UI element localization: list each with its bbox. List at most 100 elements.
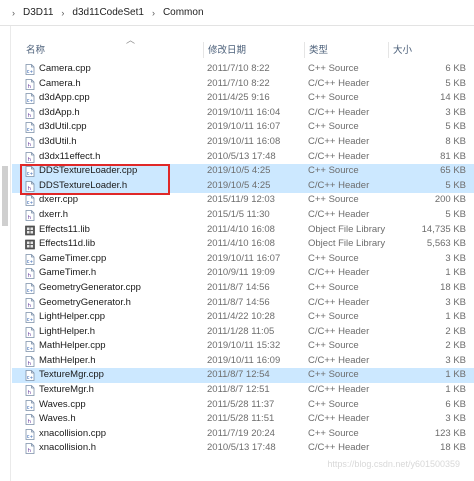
header-file-icon: h [25, 137, 35, 148]
header-file-icon: h [25, 414, 35, 425]
file-row[interactable]: c + TextureMgr.cpp 2011/8/7 12:54 C++ Source… [12, 368, 474, 384]
file-row[interactable]: c + DDSTextureLoader.cpp 2019/10/5 4:25 C++ … [12, 164, 474, 179]
file-date: 2011/5/28 11:37 [207, 398, 275, 410]
file-row[interactable]: c + xnacollision.cpp 2011/7/19 20:24 C++ Sou… [12, 427, 474, 442]
column-header: ︿ 名称 修改日期 类型 大小 [12, 35, 474, 58]
file-date: 2015/11/9 12:03 [207, 194, 275, 206]
svg-text:h: h [28, 448, 32, 454]
file-size: 5 KB [445, 121, 466, 133]
cpp-file-icon: c + [25, 64, 35, 75]
file-row[interactable]: h MathHelper.h 2019/10/11 16:09 C/C++ Heade… [12, 354, 474, 369]
cpp-file-icon: c + [25, 399, 35, 411]
file-row[interactable]: c + GameTimer.cpp 2019/10/11 16:07 C++ Sourc… [12, 252, 474, 267]
file-type: C++ Source [308, 252, 359, 264]
svg-text:h: h [28, 273, 32, 279]
file-row[interactable]: h DDSTextureLoader.h 2019/10/5 4:25 C/C++ H… [12, 178, 474, 194]
file-size: 123 KB [434, 427, 466, 439]
file-size: 14,735 KB [421, 223, 466, 235]
svg-text:h: h [28, 84, 32, 90]
file-size: 5 KB [445, 77, 466, 89]
file-list: c + Camera.cpp 2011/7/10 8:22 C++ Source 6 KB… [12, 62, 474, 456]
svg-text:h: h [28, 157, 32, 163]
file-type: C++ Source [308, 398, 359, 410]
file-type: C/C++ Header [308, 179, 370, 191]
file-row[interactable]: c + GeometryGenerator.cpp 2011/8/7 14:56 C++… [12, 281, 474, 296]
file-date: 2011/4/10 16:08 [207, 238, 275, 250]
header-file-icon: h [25, 180, 35, 192]
file-row[interactable]: c + Waves.cpp 2011/5/28 11:37 C++ Source 6 KB [12, 398, 474, 413]
file-name: d3dApp.cpp [39, 92, 90, 104]
file-date: 2011/8/7 14:56 [207, 281, 270, 293]
file-row[interactable]: Effects11d.lib 2011/4/10 16:08 Object File… [12, 237, 474, 252]
file-date: 2019/10/11 16:09 [207, 354, 281, 366]
file-type: C/C++ Header [308, 150, 370, 162]
file-name: d3dx11effect.h [39, 150, 101, 162]
file-type: C/C++ Header [308, 135, 370, 147]
breadcrumb-item-d3d11[interactable]: D3D11 › [21, 7, 70, 18]
file-size: 65 KB [440, 165, 466, 177]
svg-text:+: + [30, 259, 34, 265]
file-name: xnacollision.cpp [39, 427, 107, 439]
file-row[interactable]: h d3dApp.h 2019/10/11 16:04 C/C++ Header 3 K… [12, 106, 474, 121]
file-date: 2019/10/11 16:07 [207, 121, 281, 133]
file-row[interactable]: c + MathHelper.cpp 2019/10/11 15:32 C++ Sour… [12, 339, 474, 354]
header-file-icon: h [25, 210, 35, 221]
svg-text:+: + [30, 405, 34, 411]
file-size: 81 KB [440, 150, 466, 162]
file-row[interactable]: h GameTimer.h 2010/9/11 19:09 C/C++ Header 1… [12, 266, 474, 281]
file-row[interactable]: h dxerr.h 2015/1/5 11:30 C/C++ Header 5 KB [12, 208, 474, 223]
file-row[interactable]: h d3dUtil.h 2019/10/11 16:08 C/C++ Header 8 … [12, 135, 474, 150]
file-name: Effects11d.lib [39, 238, 96, 250]
file-date: 2010/5/13 17:48 [207, 442, 276, 454]
file-name: GeometryGenerator.h [39, 296, 131, 308]
file-row[interactable]: h d3dx11effect.h 2010/5/13 17:48 C/C++ Head… [12, 150, 474, 165]
scrollbar-thumb[interactable] [2, 166, 8, 226]
file-row[interactable]: h LightHelper.h 2011/1/28 11:05 C/C++ Heade… [12, 325, 474, 340]
file-row[interactable]: h TextureMgr.h 2011/8/7 12:51 C/C++ Header 1… [12, 383, 474, 398]
header-file-icon: h [25, 297, 35, 309]
file-row[interactable]: h Waves.h 2011/5/28 11:51 C/C++ Header 3 KB [12, 412, 474, 427]
file-type: C/C++ Header [308, 267, 370, 279]
file-row[interactable]: h Camera.h 2011/7/10 8:22 C/C++ Header 5 KB [12, 77, 474, 92]
svg-text:h: h [28, 142, 32, 148]
file-size: 1 KB [445, 267, 466, 279]
column-size[interactable]: 大小 [388, 42, 412, 58]
file-date: 2011/8/7 12:54 [207, 369, 270, 381]
file-date: 2011/8/7 12:51 [207, 384, 270, 396]
cpp-file-icon: c + [25, 341, 35, 352]
column-type[interactable]: 类型 [304, 42, 328, 58]
file-type: C/C++ Header [308, 106, 370, 118]
file-row[interactable]: c + LightHelper.cpp 2011/4/22 10:28 C++ Sour… [12, 310, 474, 325]
file-name: Camera.h [39, 77, 81, 89]
file-row[interactable]: Effects11.lib 2011/4/10 16:08 Object File … [12, 223, 474, 238]
file-row[interactable]: c + dxerr.cpp 2015/11/9 12:03 C++ Source 200 … [12, 193, 474, 208]
file-size: 3 KB [445, 354, 466, 366]
file-row[interactable]: c + d3dUtil.cpp 2019/10/11 16:07 C++ Source 5… [12, 120, 474, 135]
nav-pane-scrollbar[interactable] [0, 26, 11, 481]
file-row[interactable]: h xnacollision.h 2010/5/13 17:48 C/C++ Head… [12, 441, 474, 456]
file-row[interactable]: h GeometryGenerator.h 2011/8/7 14:56 C/C++ … [12, 296, 474, 311]
file-type: C++ Source [308, 369, 359, 381]
column-name[interactable]: 名称 [12, 42, 45, 58]
breadcrumb-item-common[interactable]: Common [161, 7, 206, 18]
file-row[interactable]: c + d3dApp.cpp 2011/4/25 9:16 C++ Source 14 K… [12, 91, 474, 106]
file-type: C/C++ Header [308, 77, 370, 89]
file-name: Waves.cpp [39, 398, 86, 410]
file-date: 2011/1/28 11:05 [207, 325, 275, 337]
file-size: 5,563 KB [426, 238, 466, 250]
file-name: d3dApp.h [39, 106, 80, 118]
file-date: 2019/10/11 15:32 [207, 340, 281, 352]
file-size: 200 KB [434, 194, 466, 206]
file-type: Object File Library [308, 223, 386, 235]
file-name: MathHelper.h [39, 354, 96, 366]
file-name: Effects11.lib [39, 223, 90, 235]
column-date-modified[interactable]: 修改日期 [203, 42, 246, 58]
file-date: 2011/4/10 16:08 [207, 223, 275, 235]
file-date: 2019/10/11 16:04 [207, 106, 281, 118]
file-row[interactable]: c + Camera.cpp 2011/7/10 8:22 C++ Source 6 KB [12, 62, 474, 77]
header-file-icon: h [25, 107, 35, 119]
breadcrumb-sep-start: › [12, 7, 15, 18]
file-size: 3 KB [445, 296, 466, 308]
breadcrumb-item-codeset[interactable]: d3d11CodeSet1 › [70, 7, 161, 18]
file-date: 2010/5/13 17:48 [207, 150, 276, 162]
